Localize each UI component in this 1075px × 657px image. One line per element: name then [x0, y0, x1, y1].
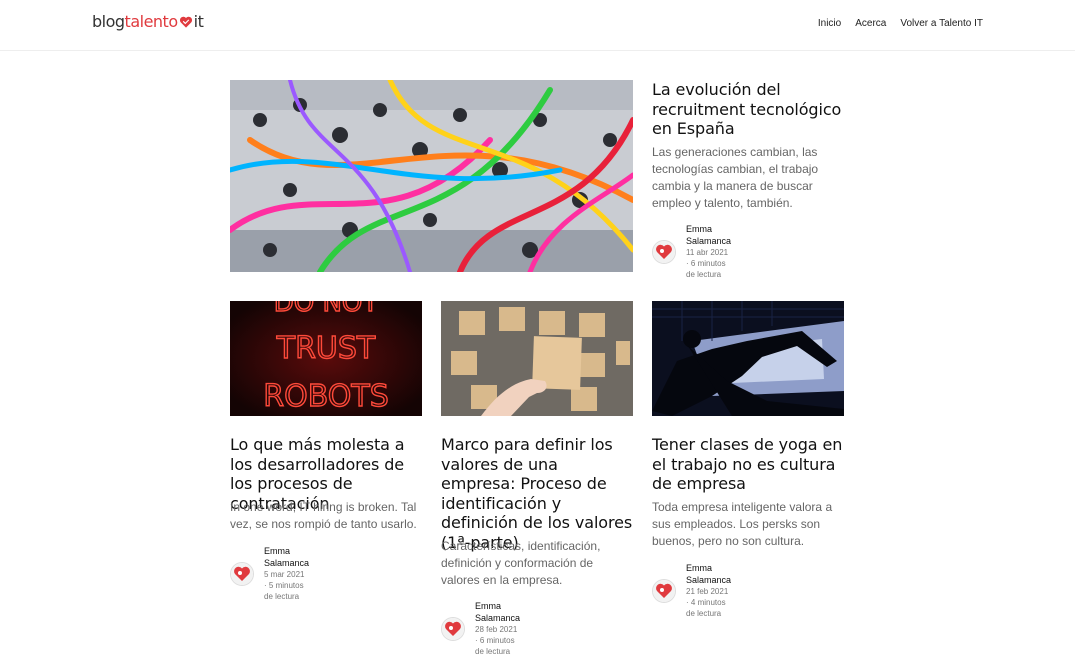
neon-line-3: ROBOTS — [263, 379, 389, 414]
logo-text-talento: talento — [124, 12, 179, 31]
author-name[interactable]: Emma Salamanca — [264, 545, 309, 569]
post-meta: Emma Salamanca 21 feb 2021 · 4 minutos d… — [652, 562, 731, 619]
post-meta: Emma Salamanca 5 mar 2021 · 5 minutos de… — [230, 545, 309, 602]
nav-link-inicio[interactable]: Inicio — [818, 18, 841, 29]
post-dateline: 28 feb 2021 · 6 minutos de lectura — [475, 624, 520, 657]
author-avatar[interactable] — [652, 578, 676, 603]
post-image-neon-sign[interactable]: DO NOT TRUST ROBOTS — [230, 301, 422, 416]
post-image-synth-cables[interactable] — [230, 80, 633, 272]
post-read-time: 6 minutos de lectura — [475, 636, 515, 656]
post-read-time: 5 minutos de lectura — [264, 581, 304, 601]
site-logo[interactable]: blog talento it — [92, 12, 204, 31]
post-title[interactable]: La evolución del recruitment tecnológico… — [652, 80, 844, 139]
author-name[interactable]: Emma Salamanca — [686, 223, 731, 247]
author-avatar[interactable] — [441, 616, 465, 641]
main-nav: Inicio Acerca Volver a Talento IT — [818, 18, 983, 29]
post-read-time: 4 minutos de lectura — [686, 598, 726, 618]
meta-separator: · — [264, 581, 267, 590]
post-dateline: 11 abr 2021 · 6 minutos de lectura — [686, 247, 731, 280]
nav-link-acerca[interactable]: Acerca — [855, 18, 886, 29]
neon-line-2: TRUST — [276, 331, 376, 366]
author-name[interactable]: Emma Salamanca — [475, 600, 520, 624]
post-image-yoga-silhouette[interactable] — [652, 301, 844, 416]
neon-line-1: DO NOT — [274, 301, 379, 318]
post-dateline: 5 mar 2021 · 5 minutos de lectura — [264, 569, 309, 602]
post-dateline: 21 feb 2021 · 4 minutos de lectura — [686, 586, 731, 619]
nav-link-volver[interactable]: Volver a Talento IT — [900, 18, 983, 29]
post-title[interactable]: Marco para definir los valores de una em… — [441, 435, 635, 552]
meta-separator: · — [686, 598, 689, 607]
post-date: 5 mar 2021 — [264, 570, 305, 579]
meta-separator: · — [686, 259, 689, 268]
post-date: 21 feb 2021 — [686, 587, 729, 596]
site-header: blog talento it Inicio Acerca Volver a T… — [0, 0, 1075, 51]
heart-icon — [179, 16, 192, 28]
post-excerpt: Características, identificación, definic… — [441, 539, 601, 587]
post-meta: Emma Salamanca 11 abr 2021 · 6 minutos d… — [652, 223, 731, 280]
post-image-sticky-notes[interactable] — [441, 301, 633, 416]
post-excerpt: In one word, IT hiring is broken. Tal ve… — [230, 500, 417, 531]
author-avatar[interactable] — [230, 561, 254, 586]
author-avatar[interactable] — [652, 239, 676, 264]
post-excerpt: Toda empresa inteligente valora a sus em… — [652, 500, 833, 548]
author-name[interactable]: Emma Salamanca — [686, 562, 731, 586]
meta-separator: · — [475, 636, 478, 645]
post-date: 28 feb 2021 — [475, 625, 518, 634]
logo-text-blog: blog — [92, 12, 125, 31]
post-date: 11 abr 2021 — [686, 248, 729, 257]
post-title[interactable]: Tener clases de yoga en el trabajo no es… — [652, 435, 846, 494]
logo-text-it: it — [193, 12, 204, 31]
post-read-time: 6 minutos de lectura — [686, 259, 726, 279]
post-excerpt: Las generaciones cambian, las tecnología… — [652, 145, 819, 210]
post-meta: Emma Salamanca 28 feb 2021 · 6 minutos d… — [441, 600, 520, 657]
